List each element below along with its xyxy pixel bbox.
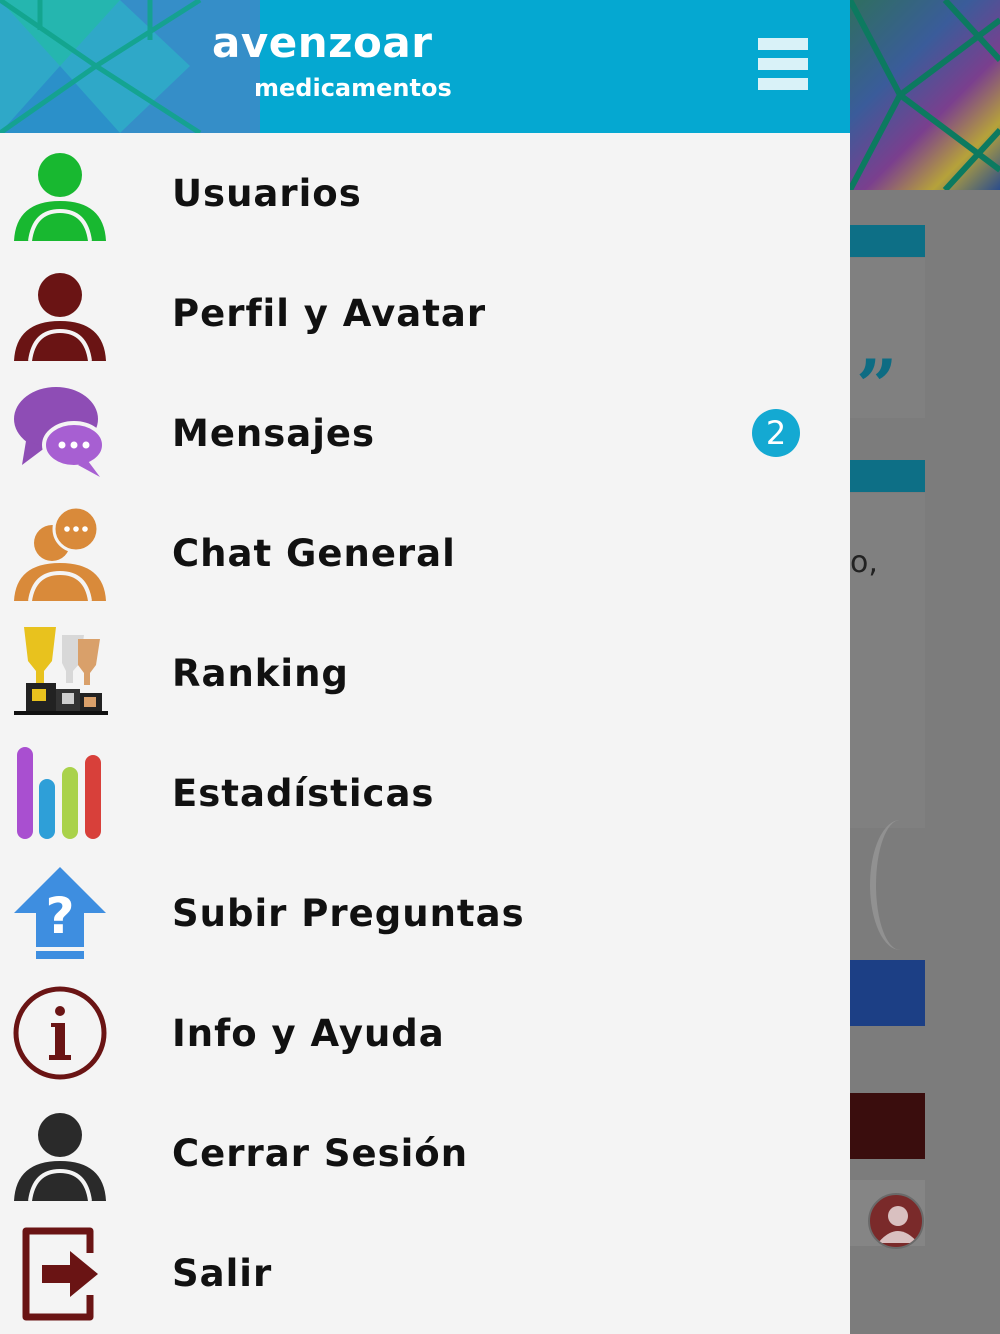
background-card-bar <box>850 225 925 257</box>
background-avatar-icon <box>868 1193 924 1249</box>
hamburger-menu-icon[interactable] <box>758 38 808 96</box>
app-logo-subtitle: medicamentos <box>254 74 452 102</box>
info-icon <box>12 985 108 1081</box>
user-chat-icon <box>12 505 108 601</box>
app-logo-title: avenzoar <box>212 18 433 67</box>
menu-item-mensajes[interactable]: Mensajes 2 <box>0 373 850 493</box>
menu-item-perfil[interactable]: Perfil y Avatar <box>0 253 850 373</box>
exit-icon <box>12 1225 108 1321</box>
user-darkred-icon <box>12 265 108 361</box>
menu-item-label: Estadísticas <box>172 771 435 815</box>
menu-item-salir[interactable]: Salir <box>0 1213 850 1333</box>
menu-item-label: Usuarios <box>172 171 362 215</box>
menu-item-estadisticas[interactable]: Estadísticas <box>0 733 850 853</box>
unread-messages-badge: 2 <box>752 409 800 457</box>
drawer-menu: Usuarios Perfil y Avatar Mensajes 2 Chat… <box>0 133 850 1333</box>
menu-item-cerrar-sesion[interactable]: Cerrar Sesión <box>0 1093 850 1213</box>
upload-question-icon: ? <box>12 865 108 961</box>
background-card-bar <box>850 460 925 492</box>
menu-item-label: Ranking <box>172 651 349 695</box>
menu-item-label: Subir Preguntas <box>172 891 525 935</box>
menu-item-label: Salir <box>172 1251 273 1295</box>
drawer-header: avenzoar medicamentos <box>0 0 850 133</box>
menu-item-label: Cerrar Sesión <box>172 1131 469 1175</box>
user-dark-icon <box>12 1105 108 1201</box>
menu-item-info-ayuda[interactable]: Info y Ayuda <box>0 973 850 1093</box>
menu-item-label: Perfil y Avatar <box>172 291 487 335</box>
user-green-icon <box>12 145 108 241</box>
background-header <box>850 0 1000 190</box>
menu-item-label: Chat General <box>172 531 456 575</box>
background-card <box>850 493 925 828</box>
background-quote-mark: ” <box>856 343 898 428</box>
svg-text:?: ? <box>45 887 74 945</box>
background-button-red <box>850 1093 925 1159</box>
menu-item-ranking[interactable]: Ranking <box>0 613 850 733</box>
menu-item-usuarios[interactable]: Usuarios <box>0 133 850 253</box>
menu-item-label: Info y Ayuda <box>172 1011 445 1055</box>
trophy-podium-icon <box>12 625 108 721</box>
background-decoration <box>870 820 930 950</box>
chat-bubbles-icon <box>12 385 108 481</box>
menu-item-subir-preguntas[interactable]: ? Subir Preguntas <box>0 853 850 973</box>
bar-stats-icon <box>12 745 108 841</box>
menu-item-chat-general[interactable]: Chat General <box>0 493 850 613</box>
navigation-drawer: avenzoar medicamentos Usuarios Perfil y … <box>0 0 850 1334</box>
background-button-blue <box>850 960 925 1026</box>
background-text-fragment: o, <box>850 545 878 580</box>
menu-item-label: Mensajes <box>172 411 376 455</box>
